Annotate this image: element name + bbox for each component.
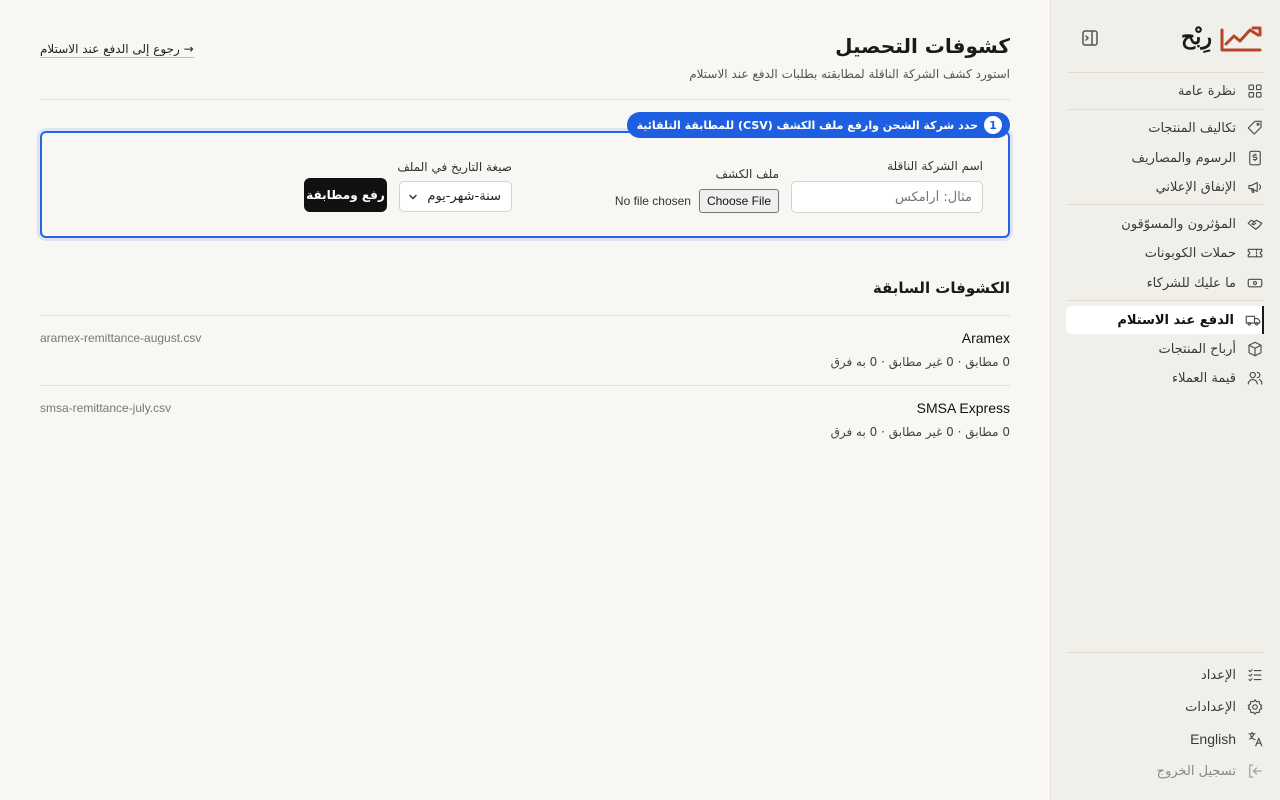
back-to-cod-link[interactable]: → رجوع إلى الدفع عند الاستلام: [40, 42, 194, 58]
sidebar-item-label: الإعدادات: [1185, 699, 1236, 715]
chevron-down-icon: [409, 194, 417, 200]
sidebar-item-overview[interactable]: نظرة عامة: [1066, 77, 1264, 105]
statement-carrier: Aramex: [961, 330, 1010, 346]
upload-and-match-button[interactable]: رفع ومطابقة: [304, 178, 387, 212]
statement-file: smsa-remittance-july.csv: [40, 401, 172, 415]
sidebar-collapse-icon[interactable]: [1078, 26, 1102, 50]
checklist-icon: [1246, 666, 1264, 684]
gear-icon: [1246, 698, 1264, 716]
translate-icon: [1246, 730, 1264, 748]
sidebar-item-label: الدفع عند الاستلام: [1117, 312, 1234, 328]
header-divider: [40, 99, 1010, 100]
sidebar-item-label: أرباح المنتجات: [1158, 341, 1236, 357]
language-toggle[interactable]: English: [1066, 725, 1264, 753]
sidebar-item-ad-spend[interactable]: الإنفاق الإعلاني: [1066, 173, 1264, 201]
carrier-input[interactable]: [791, 181, 983, 213]
sidebar-divider: [1067, 204, 1264, 205]
sidebar-item-customer-value[interactable]: قيمة العملاء: [1066, 364, 1264, 392]
sidebar: رِبْح نظرة عامة تكاليف المنتجات الرسوم و…: [1050, 0, 1280, 800]
sidebar-item-label: ما عليك للشركاء: [1146, 275, 1236, 291]
step-badge: 1 حدد شركة الشحن وارفع ملف الكشف (CSV) ل…: [626, 112, 1010, 138]
file-label: ملف الكشف: [715, 167, 779, 181]
sidebar-item-label: تسجيل الخروج: [1156, 763, 1236, 779]
date-format-label: صيغة التاريخ في الملف: [397, 160, 512, 174]
sidebar-item-label: المؤثرون والمسوّقون: [1121, 216, 1236, 232]
sidebar-divider: [1067, 109, 1264, 110]
sidebar-item-settings[interactable]: الإعدادات: [1066, 693, 1264, 721]
sidebar-item-label: الإعداد: [1200, 667, 1236, 683]
sidebar-divider: [1067, 300, 1264, 301]
grid-icon: [1246, 82, 1264, 100]
carrier-label: اسم الشركة الناقلة: [887, 159, 983, 173]
truck-icon: [1244, 311, 1262, 329]
sidebar-item-fees[interactable]: الرسوم والمصاريف: [1066, 144, 1264, 172]
sidebar-item-label: الإنفاق الإعلاني: [1155, 179, 1236, 195]
page-subtitle: استورد كشف الشركة الناقلة لمطابقته بطلبا…: [689, 67, 1010, 81]
sidebar-item-label: الرسوم والمصاريف: [1131, 150, 1237, 166]
page-title: كشوفات التحصيل: [835, 34, 1010, 58]
sidebar-item-product-costs[interactable]: تكاليف المنتجات: [1066, 114, 1264, 142]
statement-row[interactable]: Aramex 0 مطابق · 0 غير مطابق · 0 به فرق …: [40, 315, 1010, 385]
logout-icon: [1246, 762, 1264, 780]
users-icon: [1246, 369, 1264, 387]
sidebar-item-influencers[interactable]: المؤثرون والمسوّقون: [1066, 210, 1264, 238]
date-format-value: سنة-شهر-يوم: [427, 189, 501, 204]
statement-stats: 0 مطابق · 0 غير مطابق · 0 به فرق: [830, 425, 1010, 439]
sidebar-item-setup[interactable]: الإعداد: [1066, 661, 1264, 689]
step-text: حدد شركة الشحن وارفع ملف الكشف (CSV) للم…: [636, 118, 978, 132]
file-picker: No file chosen Choose File: [615, 189, 779, 213]
file-status: No file chosen: [614, 194, 691, 208]
date-format-select[interactable]: سنة-شهر-يوم: [399, 181, 512, 212]
ticket-icon: [1246, 244, 1264, 262]
sidebar-divider: [1067, 652, 1264, 653]
main-content: كشوفات التحصيل استورد كشف الشركة الناقلة…: [40, 0, 1010, 800]
sidebar-item-label: حملات الكوبونات: [1144, 245, 1236, 261]
sidebar-item-coupons[interactable]: حملات الكوبونات: [1066, 239, 1264, 267]
step-number: 1: [984, 116, 1002, 134]
sidebar-divider: [1067, 72, 1264, 73]
dollar-receipt-icon: [1246, 149, 1264, 167]
megaphone-icon: [1246, 178, 1264, 196]
handshake-icon: [1246, 215, 1264, 233]
statement-carrier: SMSA Express: [916, 400, 1010, 416]
tag-icon: [1246, 119, 1264, 137]
previous-statements-title: الكشوفات السابقة: [872, 279, 1010, 297]
statement-file: aramex-remittance-august.csv: [40, 331, 202, 345]
banknote-icon: [1246, 274, 1264, 292]
choose-file-button[interactable]: Choose File: [698, 189, 779, 213]
sidebar-item-label: English: [1190, 731, 1236, 747]
sidebar-item-cod[interactable]: الدفع عند الاستلام: [1066, 306, 1264, 334]
sidebar-item-partners[interactable]: ما عليك للشركاء: [1066, 269, 1264, 297]
sidebar-item-label: قيمة العملاء: [1172, 370, 1236, 386]
brand[interactable]: رِبْح: [1066, 20, 1264, 56]
logout-button[interactable]: تسجيل الخروج: [1066, 757, 1264, 785]
upload-card: اسم الشركة الناقلة ملف الكشف No file cho…: [40, 131, 1010, 238]
brand-name: رِبْح: [1181, 24, 1212, 50]
sidebar-item-product-profits[interactable]: أرباح المنتجات: [1066, 335, 1264, 363]
sidebar-item-label: نظرة عامة: [1177, 83, 1236, 99]
brand-logo-icon: [1220, 26, 1262, 52]
sidebar-item-label: تكاليف المنتجات: [1148, 120, 1236, 136]
box-icon: [1246, 340, 1264, 358]
statement-stats: 0 مطابق · 0 غير مطابق · 0 به فرق: [830, 355, 1010, 369]
statement-row[interactable]: SMSA Express 0 مطابق · 0 غير مطابق · 0 ب…: [40, 385, 1010, 455]
